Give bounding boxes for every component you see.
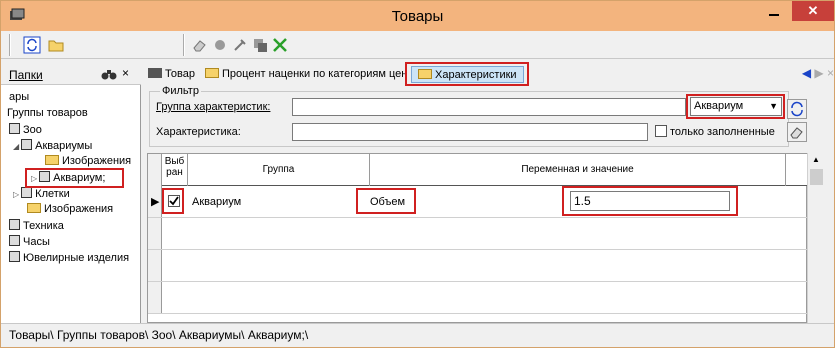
status-path: Товары\ Группы товаров\ Зоо\ Аквариумы\ … [9,328,309,342]
folder-icon [27,203,41,213]
col-variable[interactable]: Переменная и значение [370,154,786,186]
clear-filter-button[interactable] [787,122,807,142]
highlight-checkbox [162,188,184,214]
tree-node[interactable]: Группы товаров [7,107,88,119]
characteristic-input[interactable] [292,123,648,141]
minimize-button[interactable] [759,1,789,23]
tab-close-icon[interactable]: × [827,66,834,80]
eraser-icon [790,127,803,139]
open-folder-icon[interactable] [47,36,65,54]
toolbar-group-2 [183,34,293,56]
only-filled-checkbox[interactable] [655,125,667,137]
tree-node[interactable]: ◢ Аквариумы [13,139,92,152]
table-row-empty [148,282,808,314]
folders-label: Папки [9,68,43,82]
toolbar-group-1 [9,34,69,56]
highlight-select [686,94,785,119]
tab-bar: Товар Процент наценки по категориям цен … [143,62,834,86]
highlight-tree-node [25,168,124,188]
table-row-empty [148,250,808,282]
book-icon [21,187,33,198]
highlight-value [562,186,738,216]
copy-icon[interactable] [251,36,269,54]
book-icon [9,251,20,262]
characteristics-grid: Выб ран Группа Переменная и значение ▶ А… [147,153,808,323]
col-group[interactable]: Группа [188,154,370,186]
refresh-icon[interactable] [23,36,41,54]
tree-node[interactable]: Зоо [9,123,42,136]
expand-icon[interactable]: ▷ [13,190,19,199]
folders-pane: Папки × ары Группы товаров Зоо ◢ Аквариум… [1,63,141,323]
tree-node[interactable]: Техника [9,219,64,232]
paint-icon[interactable] [211,36,229,54]
tools-icon[interactable] [231,36,249,54]
close-button[interactable]: ✕ [792,1,834,21]
tab-product[interactable]: Товар [147,66,195,83]
check-icon[interactable] [271,36,289,54]
scroll-thumb[interactable] [810,169,823,185]
status-bar: Товары\ Группы товаров\ Зоо\ Аквариумы\ … [1,323,834,347]
tab-prev-icon[interactable]: ◀ [802,66,811,80]
col-selected[interactable]: Выб ран [162,154,188,186]
row-indicator: ▶ [148,186,162,217]
group-label: Группа характеристик: [156,101,271,113]
book-icon [9,219,20,230]
tree-node[interactable]: Изображения [45,155,131,167]
main-pane: Товар Процент наценки по категориям цен … [143,62,834,323]
book-icon [9,235,20,246]
book-icon [21,139,33,150]
vertical-scrollbar[interactable]: ▲ [807,153,825,323]
tree-node[interactable]: Часы [9,235,50,248]
window-title: Товары [391,8,444,25]
scroll-up-icon[interactable]: ▲ [812,155,820,164]
folder-icon [205,68,219,78]
folders-header: Папки × [1,63,141,85]
product-icon [148,68,162,78]
table-row[interactable]: ▶ Аквариум Объем 1.5 [148,186,808,218]
title-bar: Товары ✕ [1,1,834,31]
table-row-empty [148,218,808,250]
toolbar [1,31,834,59]
folders-close-icon[interactable]: × [122,66,129,80]
highlight-tab [405,62,529,86]
folder-icon [45,155,59,165]
app-window: Товары ✕ Папки × ары Группы товаров Зоо … [0,0,835,348]
tab-next-icon[interactable]: ▶ [814,66,823,80]
row-group: Аквариум [192,196,242,208]
eraser-icon[interactable] [191,36,209,54]
group-input[interactable] [292,98,686,116]
highlight-variable [356,188,416,214]
characteristic-label: Характеристика: [156,126,241,138]
current-row-icon: ▶ [151,196,160,208]
collapse-icon[interactable]: ◢ [13,142,19,151]
tab-markup-percent[interactable]: Процент наценки по категориям цен [205,66,407,83]
grid-header: Выб ран Группа Переменная и значение [148,154,808,186]
refresh-icon [791,101,803,117]
filter-group: Фильтр Группа характеристик: Аквариум ▼ Х… [149,85,789,147]
filter-legend: Фильтр [160,85,201,97]
row-header-corner [148,154,162,186]
refresh-filter-button[interactable] [787,99,807,119]
tab-nav: ◀ ▶ × [802,66,834,80]
tree-node[interactable]: Ювелирные изделия [9,251,129,264]
only-filled-toggle[interactable]: только заполненные [655,125,775,138]
book-icon [9,123,20,134]
tree-node[interactable]: ▷ Клетки [13,187,70,200]
binoculars-icon[interactable] [101,67,117,81]
tree-node[interactable]: ары [9,91,29,103]
tree-node[interactable]: Изображения [27,203,113,215]
